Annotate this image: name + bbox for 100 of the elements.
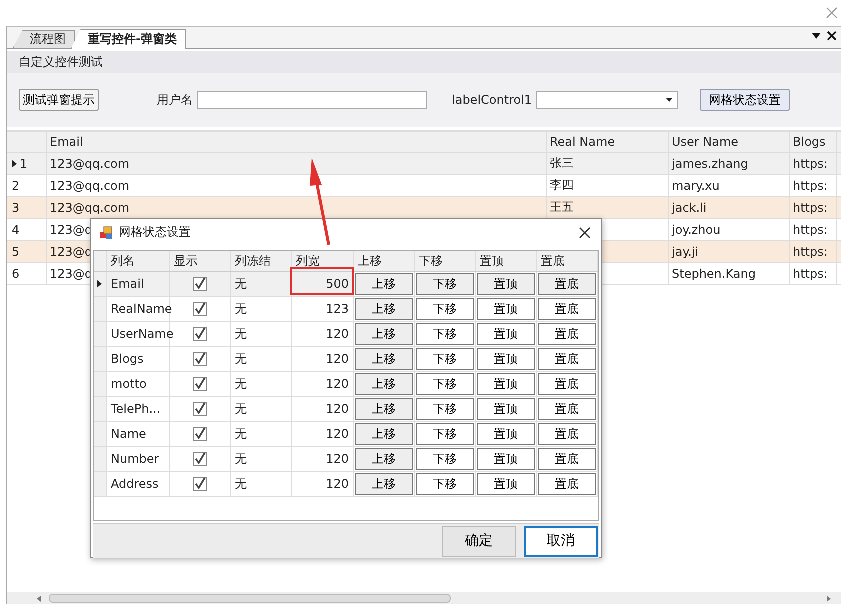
freeze-value: 无 bbox=[235, 450, 247, 468]
scrollbar-thumb[interactable] bbox=[49, 594, 451, 603]
row-number: 3 bbox=[12, 200, 20, 214]
visible-checkbox[interactable] bbox=[193, 277, 207, 291]
width-value: 120 bbox=[326, 477, 349, 491]
close-icon[interactable] bbox=[579, 226, 591, 238]
column-header: 显示 bbox=[170, 251, 231, 271]
dialog-row[interactable]: Email 无 500 上移 下移 置顶 置底 bbox=[94, 272, 598, 297]
column-header: Email bbox=[47, 132, 547, 152]
grid-settings-button[interactable]: 网格状态设置 bbox=[700, 89, 790, 111]
freeze-value: 无 bbox=[235, 400, 247, 418]
move-top-button[interactable]: 置顶 bbox=[477, 348, 535, 370]
width-value: 120 bbox=[326, 402, 349, 416]
scroll-right-icon[interactable] bbox=[827, 596, 831, 602]
dialog-row[interactable]: Blogs 无 120 上移 下移 置顶 置底 bbox=[94, 347, 598, 372]
move-bottom-button[interactable]: 置底 bbox=[538, 323, 596, 345]
scroll-left-icon[interactable] bbox=[37, 596, 41, 602]
column-header: 置顶 bbox=[476, 251, 537, 271]
dialog-row[interactable]: Name 无 120 上移 下移 置顶 置底 bbox=[94, 422, 598, 447]
window-icon bbox=[99, 226, 113, 240]
move-top-button[interactable]: 置顶 bbox=[477, 473, 535, 495]
column-header: 下移 bbox=[415, 251, 476, 271]
table-cell: 王五 bbox=[550, 199, 574, 216]
move-bottom-button[interactable]: 置底 bbox=[538, 298, 596, 320]
column-header: 列冻结 bbox=[231, 251, 292, 271]
move-down-button[interactable]: 下移 bbox=[416, 348, 474, 370]
ok-button[interactable]: 确定 bbox=[442, 526, 516, 556]
move-up-button[interactable]: 上移 bbox=[355, 348, 413, 370]
row-pointer-icon bbox=[97, 280, 102, 288]
move-up-button[interactable]: 上移 bbox=[355, 298, 413, 320]
move-bottom-button[interactable]: 置底 bbox=[538, 448, 596, 470]
cancel-button[interactable]: 取消 bbox=[524, 526, 598, 556]
freeze-value: 无 bbox=[235, 276, 247, 292]
freeze-value: 无 bbox=[235, 350, 247, 368]
move-up-button[interactable]: 上移 bbox=[355, 423, 413, 445]
move-top-button[interactable]: 置顶 bbox=[477, 373, 535, 395]
move-down-button[interactable]: 下移 bbox=[416, 423, 474, 445]
tab[interactable]: 重写控件-弹窗类 bbox=[71, 29, 186, 49]
move-down-button[interactable]: 下移 bbox=[416, 273, 474, 295]
width-value: 120 bbox=[326, 352, 349, 366]
table-cell: Stephen.Kang bbox=[672, 266, 756, 280]
visible-checkbox[interactable] bbox=[193, 402, 207, 416]
visible-checkbox[interactable] bbox=[193, 327, 207, 341]
move-up-button[interactable]: 上移 bbox=[355, 323, 413, 345]
dialog-row[interactable]: UserName 无 120 上移 下移 置顶 置底 bbox=[94, 322, 598, 347]
move-top-button[interactable]: 置顶 bbox=[477, 323, 535, 345]
table-cell: joy.zhou bbox=[672, 222, 721, 236]
move-bottom-button[interactable]: 置底 bbox=[538, 373, 596, 395]
visible-checkbox[interactable] bbox=[193, 427, 207, 441]
move-bottom-button[interactable]: 置底 bbox=[538, 423, 596, 445]
move-up-button[interactable]: 上移 bbox=[355, 448, 413, 470]
row-pointer-icon bbox=[12, 160, 17, 168]
dialog-row[interactable]: RealName 无 123 上移 下移 置顶 置底 bbox=[94, 297, 598, 322]
move-up-button[interactable]: 上移 bbox=[355, 373, 413, 395]
freeze-value: 无 bbox=[235, 426, 247, 442]
dialog-row[interactable]: motto 无 120 上移 下移 置顶 置底 bbox=[94, 372, 598, 397]
visible-checkbox[interactable] bbox=[193, 477, 207, 491]
freeze-value: 无 bbox=[235, 326, 247, 342]
move-down-button[interactable]: 下移 bbox=[416, 473, 474, 495]
row-number: 4 bbox=[12, 222, 20, 236]
dropdown-icon[interactable] bbox=[812, 33, 821, 39]
move-down-button[interactable]: 下移 bbox=[416, 323, 474, 345]
move-up-button[interactable]: 上移 bbox=[355, 273, 413, 295]
move-bottom-button[interactable]: 置底 bbox=[538, 398, 596, 420]
table-cell: 123@qq.com bbox=[50, 200, 130, 214]
width-value: 500 bbox=[326, 277, 349, 291]
move-down-button[interactable]: 下移 bbox=[416, 298, 474, 320]
visible-checkbox[interactable] bbox=[193, 352, 207, 366]
column-name: Email bbox=[111, 277, 144, 291]
move-top-button[interactable]: 置顶 bbox=[477, 398, 535, 420]
tab[interactable]: 流程图 bbox=[13, 30, 75, 48]
visible-checkbox[interactable] bbox=[193, 452, 207, 466]
dropdown-icon bbox=[666, 98, 674, 102]
visible-checkbox[interactable] bbox=[193, 377, 207, 391]
column-name: Address bbox=[111, 477, 159, 491]
width-value: 120 bbox=[326, 427, 349, 441]
panel-title: 自定义控件测试 bbox=[7, 51, 841, 73]
dialog-row[interactable]: Number 无 120 上移 下移 置顶 置底 bbox=[94, 447, 598, 472]
move-up-button[interactable]: 上移 bbox=[355, 398, 413, 420]
move-top-button[interactable]: 置顶 bbox=[477, 273, 535, 295]
username-field[interactable] bbox=[197, 91, 427, 109]
move-up-button[interactable]: 上移 bbox=[355, 473, 413, 495]
dialog-row[interactable]: TelePh... 无 120 上移 下移 置顶 置底 bbox=[94, 397, 598, 422]
move-top-button[interactable]: 置顶 bbox=[477, 448, 535, 470]
table-cell: https: bbox=[793, 178, 828, 192]
table-cell: https: bbox=[793, 156, 828, 170]
close-icon[interactable] bbox=[827, 31, 837, 41]
grid-row[interactable]: 3 123@qq.com 王五 jack.li https: bbox=[7, 197, 841, 219]
move-down-button[interactable]: 下移 bbox=[416, 373, 474, 395]
grid-row[interactable]: 1 123@qq.com 张三 james.zhang https: bbox=[7, 153, 841, 175]
dialog-row[interactable]: Address 无 120 上移 下移 置顶 置底 bbox=[94, 472, 598, 497]
move-bottom-button[interactable]: 置底 bbox=[538, 273, 596, 295]
move-down-button[interactable]: 下移 bbox=[416, 448, 474, 470]
move-down-button[interactable]: 下移 bbox=[416, 398, 474, 420]
move-top-button[interactable]: 置顶 bbox=[477, 298, 535, 320]
move-bottom-button[interactable]: 置底 bbox=[538, 348, 596, 370]
move-top-button[interactable]: 置顶 bbox=[477, 423, 535, 445]
visible-checkbox[interactable] bbox=[193, 302, 207, 316]
test-popup-button[interactable]: 测试弹窗提示 bbox=[19, 89, 99, 111]
move-bottom-button[interactable]: 置底 bbox=[538, 473, 596, 495]
